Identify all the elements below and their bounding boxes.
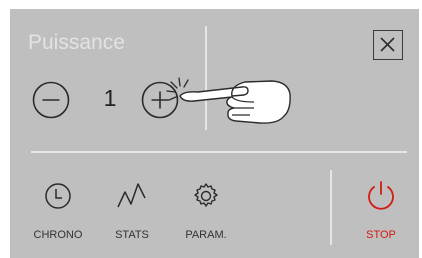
close-button[interactable]: [373, 30, 403, 60]
vertical-divider-bottom: [330, 170, 332, 245]
clock-icon: [45, 183, 71, 209]
param-label: PARAM.: [185, 229, 227, 241]
minus-circle-icon[interactable]: [31, 80, 71, 120]
power-icon: [368, 181, 394, 210]
power-title: Puissance: [28, 31, 125, 54]
horizontal-divider: [31, 151, 407, 153]
pointing-hand-icon: [166, 77, 291, 124]
stop-label: STOP: [366, 229, 396, 241]
power-value: 1: [103, 85, 117, 111]
gear-icon: [194, 183, 218, 207]
stats-label: STATS: [115, 229, 149, 241]
chrono-label: CHRONO: [33, 229, 83, 241]
chart-line-icon: [117, 183, 146, 208]
close-icon: [380, 37, 395, 52]
